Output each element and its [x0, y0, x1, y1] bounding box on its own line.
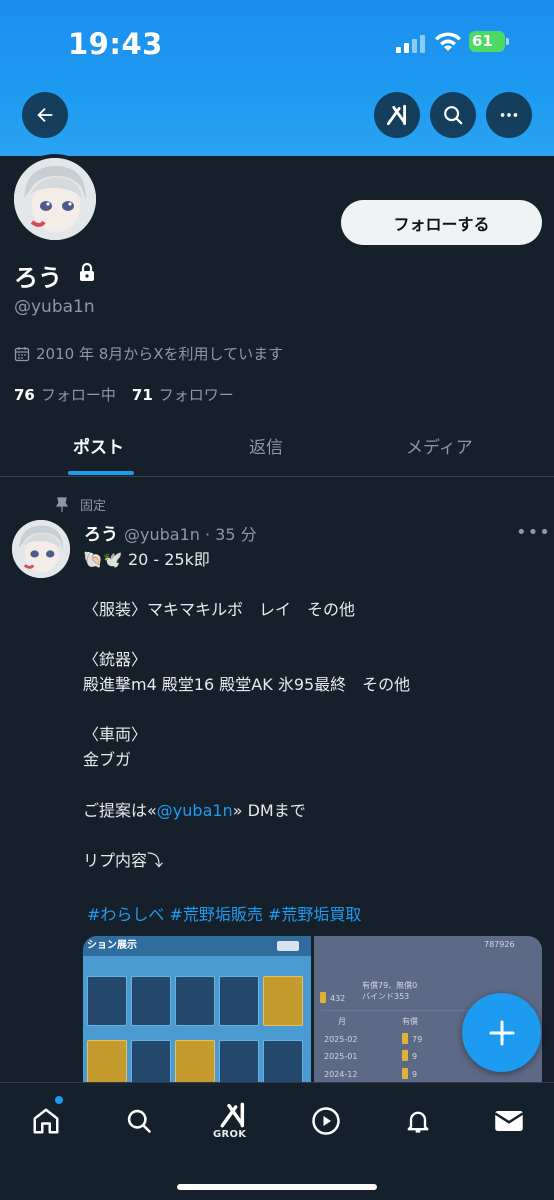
post-author[interactable]: ろう: [84, 525, 118, 545]
profile-name: ろう: [14, 264, 62, 292]
bottom-navigation: [0, 1082, 554, 1200]
avatar-illustration: [12, 520, 70, 578]
search-icon: [127, 1109, 151, 1133]
post-section-clothing: 〈服装〉マキマキルボ レイ その他: [83, 600, 356, 619]
follow-stats: 76 フォロー中 71 フォロワー: [14, 384, 234, 405]
more-horizontal-icon: [500, 113, 518, 117]
pin-icon: [56, 496, 68, 512]
followers-link[interactable]: 71 フォロワー: [132, 386, 234, 404]
nav-messages[interactable]: [489, 1101, 529, 1141]
plus-icon: [489, 1020, 514, 1045]
post-header: ろう @yuba1n · 35 分: [84, 520, 257, 545]
nav-grok-label: GROK: [213, 1129, 247, 1140]
image1-button: [277, 941, 299, 951]
arrow-left-icon: [37, 107, 53, 123]
status-time: 19:43: [68, 27, 163, 61]
mail-icon: [494, 1111, 524, 1131]
more-button[interactable]: [486, 92, 532, 138]
post-section-weapons-title: 〈銃器〉: [83, 650, 148, 669]
post-meta: @yuba1n · 35 分: [124, 525, 257, 544]
compose-button[interactable]: [462, 993, 541, 1072]
wifi-icon: [435, 32, 461, 51]
calendar-icon: [14, 346, 30, 361]
pinned-label: 固定: [56, 495, 106, 514]
search-icon: [444, 106, 463, 125]
nav-home[interactable]: [26, 1101, 66, 1141]
notification-dot: [55, 1096, 63, 1104]
bell-icon: [407, 1111, 429, 1133]
nav-search[interactable]: [119, 1101, 159, 1141]
tab-posts[interactable]: ポスト: [73, 433, 124, 458]
active-tab-indicator: [68, 471, 134, 475]
post-section-vehicles: 金ブガ: [83, 750, 132, 769]
back-button[interactable]: [22, 92, 68, 138]
search-button[interactable]: [430, 92, 476, 138]
profile-handle: @yuba1n: [14, 297, 95, 317]
lock-icon: [80, 262, 94, 281]
grok-icon: [386, 104, 406, 126]
grok-button[interactable]: [374, 92, 420, 138]
tab-replies[interactable]: 返信: [249, 433, 283, 458]
nav-video[interactable]: [306, 1101, 346, 1141]
signal-icon: [396, 35, 426, 53]
profile-avatar[interactable]: [10, 154, 100, 244]
joined-text: 2010 年 8月からXを利用しています: [36, 345, 284, 363]
nav-notifications[interactable]: [398, 1101, 438, 1141]
following-link[interactable]: 76 フォロー中: [14, 386, 116, 404]
status-bar: 19:43 61: [0, 0, 554, 80]
post-image-1[interactable]: ション展示: [83, 936, 311, 1086]
post-text: 🐚🕊️ 20 - 25k即: [83, 550, 210, 569]
grok-icon: [220, 1102, 245, 1128]
post-reply-note: リプ内容⤵︎: [83, 851, 164, 870]
play-icon: [312, 1107, 340, 1135]
joined-date: 2010 年 8月からXを利用しています: [14, 343, 283, 364]
post-section-vehicles-title: 〈車両〉: [83, 725, 148, 744]
post-section-weapons: 殿進撃m4 殿堂16 殿堂AK 氷95最終 その他: [83, 675, 411, 694]
home-indicator: [177, 1184, 377, 1190]
home-icon: [33, 1108, 59, 1134]
profile-tabs: ポスト 返信 メディア: [0, 415, 554, 477]
follow-button[interactable]: フォローする: [341, 200, 542, 245]
post-emoji: 🐚🕊️: [83, 550, 123, 569]
avatar-illustration: [14, 158, 96, 240]
battery-icon: 61: [469, 31, 509, 52]
tab-media[interactable]: メディア: [406, 433, 473, 458]
post-hashtags[interactable]: #わらしべ #荒野垢販売 #荒野垢買取: [87, 901, 361, 925]
post-avatar[interactable]: [12, 520, 70, 578]
mention-link[interactable]: @yuba1n: [157, 801, 233, 820]
post-proposal: ご提案は«@yuba1n» DMまで: [83, 801, 306, 820]
post-more-button[interactable]: •••: [516, 522, 551, 543]
